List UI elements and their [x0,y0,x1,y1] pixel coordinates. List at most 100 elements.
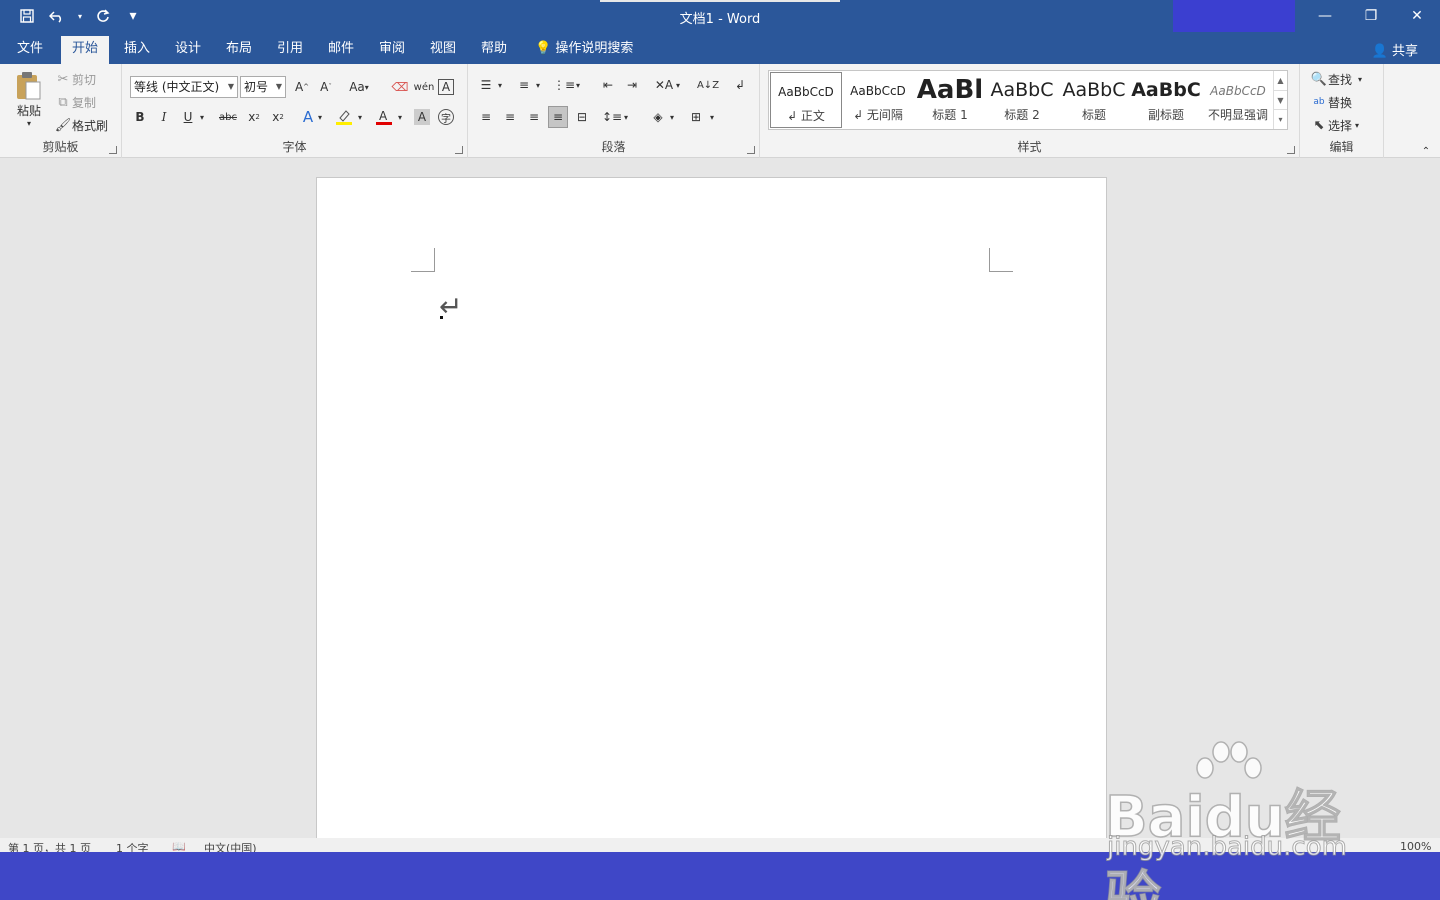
tab-view[interactable]: 视图 [419,36,467,64]
font-size-value: 初号 [244,80,269,94]
strikethrough-icon[interactable]: abc [218,106,238,128]
copy-label: 复制 [72,95,97,110]
scroll-down-icon[interactable]: ▼ [1274,90,1287,109]
copy-button[interactable]: ⧉ 复制 [54,93,96,111]
style-heading-1[interactable]: AaBl 标题 1 [914,72,986,128]
numbering-icon[interactable]: ≡ [514,74,534,96]
tab-design[interactable]: 设计 [164,36,212,64]
show-marks-icon[interactable]: ↲ [730,74,750,96]
align-center-icon[interactable]: ≡ [500,106,520,128]
font-launcher-icon[interactable] [455,146,463,154]
tab-insert[interactable]: 插入 [113,36,161,64]
distributed-icon[interactable]: ⊟ [572,106,592,128]
status-language[interactable]: 中文(中国) [204,840,257,852]
bold-icon[interactable]: B [130,106,150,128]
multilevel-list-icon[interactable]: ⋮≡ [553,74,575,96]
paintbrush-icon: 🖌 [54,117,72,133]
status-page-count[interactable]: 第 1 页，共 1 页 [8,840,91,852]
style-title[interactable]: AaBbC 标题 [1058,72,1130,128]
enclose-characters-icon[interactable]: 字 [438,109,454,125]
font-name-combo[interactable]: 等线 (中文正文) ▼ [130,76,238,98]
font-color-icon[interactable]: A [374,106,394,128]
subscript-icon[interactable]: x2 [244,106,264,128]
tab-layout[interactable]: 布局 [215,36,263,64]
multilevel-dropdown-icon[interactable]: ▾ [572,74,584,96]
line-spacing-dropdown-icon[interactable]: ▾ [620,106,632,128]
justify-icon[interactable]: ≡ [548,106,568,128]
paste-button[interactable]: 粘贴 ▾ [12,70,46,130]
highlight-icon[interactable] [334,106,354,128]
highlight-dropdown-icon[interactable]: ▾ [354,106,366,128]
title-bar: ▾ ▾ 文档1 - Word — ❐ ✕ [0,0,1440,36]
window-controls: — ❐ ✕ [1302,0,1440,32]
style-heading-2[interactable]: AaBbC 标题 2 [986,72,1058,128]
style-no-spacing[interactable]: AaBbCcD ↲ 无间隔 [842,72,914,128]
chinese-layout-icon[interactable]: ✕A [654,74,674,96]
styles-more-icon[interactable]: ▾ [1274,109,1287,128]
phonetic-guide-icon[interactable]: wén [414,76,435,98]
share-label: 共享 [1391,44,1418,59]
ribbon-tabs: 文件 开始 插入 设计 布局 引用 邮件 审阅 视图 帮助 💡 操作说明搜索 👤… [0,32,1440,64]
font-group-label: 字体 [282,140,307,154]
underline-dropdown-icon[interactable]: ▾ [196,106,208,128]
align-left-icon[interactable]: ≡ [476,106,496,128]
tab-review[interactable]: 审阅 [368,36,416,64]
style-subtitle[interactable]: AaBbC 副标题 [1130,72,1202,128]
scroll-up-icon[interactable]: ▲ [1274,71,1287,90]
shading-dropdown-icon[interactable]: ▾ [666,106,678,128]
collapse-ribbon-icon[interactable]: ⌃ [1416,140,1436,162]
decrease-indent-icon[interactable]: ⇤ [598,74,618,96]
borders-dropdown-icon[interactable]: ▾ [706,106,718,128]
document-page[interactable]: ↵ [316,177,1107,847]
format-painter-button[interactable]: 🖌 格式刷 [54,116,108,134]
editing-group: 🔍 查找 ▾ ab 替换 ⬉ 选择 ▾ 编辑 [1300,64,1384,158]
clear-formatting-icon[interactable]: ⌫ [390,76,410,98]
font-size-combo[interactable]: 初号 ▼ [240,76,286,98]
grow-font-icon[interactable]: A ^ [292,76,312,98]
shrink-font-icon[interactable]: Aˇ [316,76,336,98]
bullets-icon[interactable]: ☰ [476,74,496,96]
shading-icon[interactable]: ◈ [648,106,668,128]
chinese-layout-dropdown-icon[interactable]: ▾ [672,74,684,96]
status-zoom[interactable]: 100% [1400,840,1431,852]
style-normal[interactable]: AaBbCcD ↲ 正文 [770,72,842,128]
character-border-icon[interactable]: A [438,79,454,95]
line-spacing-icon[interactable]: ↕≡ [602,106,622,128]
proofing-icon[interactable]: 📖 [172,840,186,852]
sort-icon[interactable]: A↓Z [697,74,719,96]
tab-mailings[interactable]: 邮件 [317,36,365,64]
tab-home[interactable]: 开始 [61,36,110,64]
tab-help[interactable]: 帮助 [470,36,518,64]
select-button[interactable]: ⬉ 选择 ▾ [1310,116,1359,134]
close-icon[interactable]: ✕ [1394,0,1440,32]
superscript-icon[interactable]: x2 [268,106,288,128]
cut-button[interactable]: ✂ 剪切 [54,70,96,88]
italic-icon[interactable]: I [154,106,174,128]
borders-icon[interactable]: ⊞ [686,106,706,128]
tell-me-search[interactable]: 💡 操作说明搜索 [524,36,644,64]
styles-launcher-icon[interactable] [1287,146,1295,154]
tab-file[interactable]: 文件 [6,36,54,64]
increase-indent-icon[interactable]: ⇥ [622,74,642,96]
font-color-dropdown-icon[interactable]: ▾ [394,106,406,128]
status-word-count[interactable]: 1 个字 [116,840,149,852]
clipboard-launcher-icon[interactable] [109,146,117,154]
underline-icon[interactable]: U [178,106,198,128]
lightbulb-icon: 💡 [535,41,552,56]
share-button[interactable]: 👤 共享 [1372,40,1418,59]
find-dropdown-icon: ▾ [1358,74,1363,84]
replace-button[interactable]: ab 替换 [1310,93,1352,111]
character-shading-icon[interactable]: A [414,109,430,125]
styles-scroller: ▲ ▼ ▾ [1273,71,1287,129]
minimize-icon[interactable]: — [1302,0,1348,32]
style-subtle-emphasis[interactable]: AaBbCcD 不明显强调 [1202,72,1274,128]
paragraph-launcher-icon[interactable] [747,146,755,154]
align-right-icon[interactable]: ≡ [524,106,544,128]
bullets-dropdown-icon[interactable]: ▾ [494,74,506,96]
tab-references[interactable]: 引用 [266,36,314,64]
numbering-dropdown-icon[interactable]: ▾ [532,74,544,96]
restore-icon[interactable]: ❐ [1348,0,1394,32]
change-case-button[interactable]: Aa ▾ [344,76,374,98]
find-button[interactable]: 🔍 查找 ▾ [1310,70,1362,88]
text-effects-dropdown-icon[interactable]: ▾ [314,106,326,128]
